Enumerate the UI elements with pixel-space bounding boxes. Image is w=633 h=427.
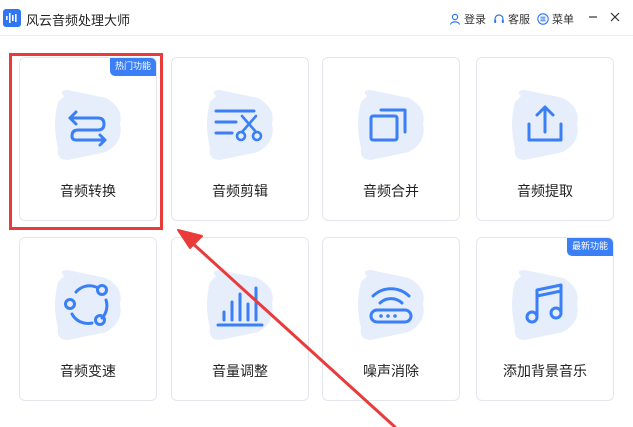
highlight-box [9, 53, 163, 230]
card-volume-adjust[interactable]: 音量调整 [171, 237, 309, 401]
card-label: 音频提取 [517, 184, 573, 200]
card-audio-cut[interactable]: 音频剪辑 [171, 57, 309, 221]
user-icon [449, 13, 461, 25]
login-label: 登录 [464, 13, 486, 26]
customer-service-button[interactable]: 客服 [493, 11, 530, 27]
card-label: 音量调整 [212, 364, 268, 380]
headset-icon [494, 14, 504, 23]
card-label: 音频变速 [60, 364, 116, 380]
app-logo-icon [3, 9, 21, 27]
menu-button[interactable]: 菜单 [537, 11, 574, 27]
close-icon [610, 12, 620, 22]
card-audio-speed[interactable]: 音频变速 [19, 237, 157, 401]
music-note-icon [525, 283, 563, 324]
minimize-button[interactable] [584, 8, 602, 26]
menu-label: 菜单 [552, 13, 574, 26]
new-feature-badge: 最新功能 [566, 238, 613, 256]
card-label: 噪声消除 [363, 364, 419, 380]
card-audio-extract[interactable]: 音频提取 [476, 57, 614, 221]
wifi-router-icon [369, 287, 413, 324]
volume-bars-icon [216, 286, 264, 327]
card-label: 音频剪辑 [212, 184, 268, 200]
login-button[interactable]: 登录 [449, 11, 486, 27]
card-label: 添加背景音乐 [503, 364, 587, 380]
close-button[interactable] [606, 8, 624, 26]
menu-icon [537, 13, 549, 25]
card-audio-merge[interactable]: 音频合并 [322, 57, 460, 221]
minimize-icon [589, 16, 597, 18]
upload-tray-icon [527, 105, 563, 142]
card-noise-removal[interactable]: 噪声消除 [322, 237, 460, 401]
card-label: 音频合并 [363, 184, 419, 200]
merge-squares-icon [369, 108, 407, 142]
card-add-background-music[interactable]: 添加背景音乐 最新功能 [476, 237, 614, 401]
service-label: 客服 [508, 13, 530, 26]
title-bar: 风云音频处理大师 登录 客服 菜单 [0, 0, 633, 36]
app-title: 风云音频处理大师 [26, 14, 131, 29]
scissors-icon [214, 109, 263, 142]
speed-dots-icon [64, 284, 109, 326]
